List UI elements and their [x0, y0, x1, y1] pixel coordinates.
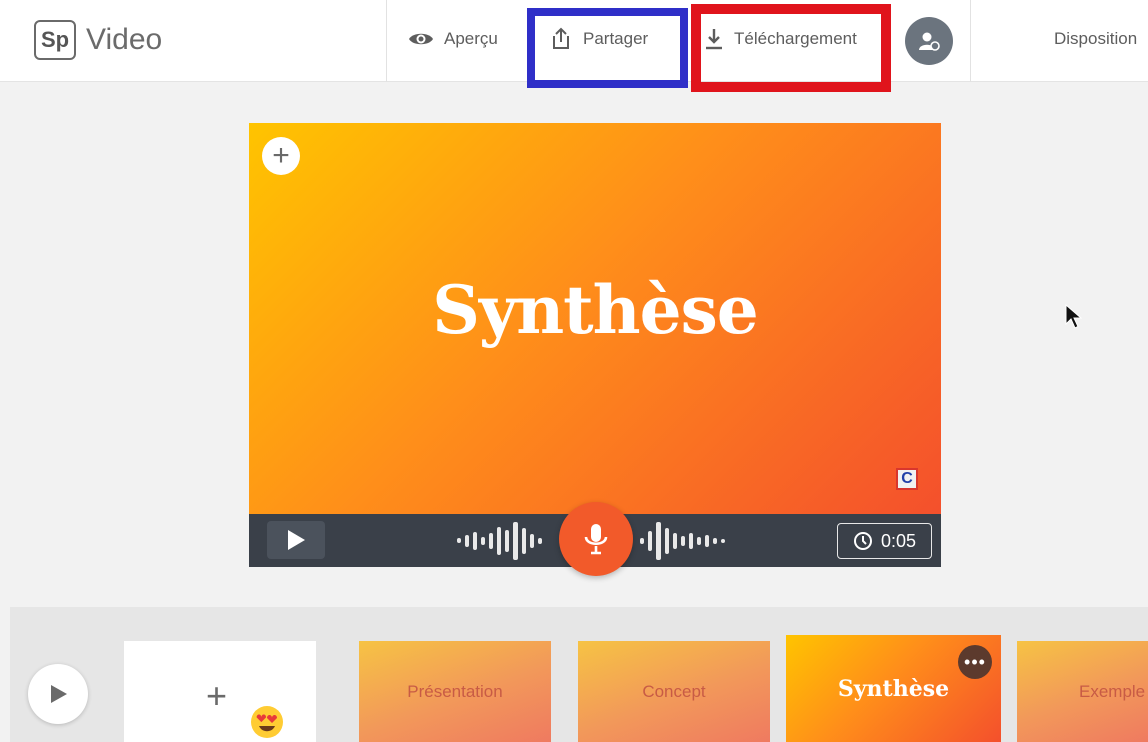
layout-label: Disposition — [1054, 29, 1138, 48]
record-voice-button[interactable] — [559, 502, 633, 576]
mouse-cursor-icon — [1065, 304, 1083, 329]
app-title: Video — [86, 23, 163, 56]
download-highlight-box — [691, 4, 891, 92]
thumbnail-label: Concept — [642, 681, 706, 701]
collaborator-avatar[interactable] — [905, 17, 953, 65]
play-icon — [51, 685, 67, 703]
slide-thumbnail[interactable]: Présentation — [359, 641, 551, 742]
layout-button[interactable]: Disposition — [1054, 22, 1137, 56]
thumbnail-label: Exemple — [1079, 681, 1146, 701]
slide-thumbnail[interactable]: Exemple — [1017, 641, 1148, 742]
thumbnail-label: Synthèse — [837, 675, 950, 702]
divider — [970, 0, 971, 82]
microphone-icon — [584, 524, 608, 555]
logo-mark: Sp — [34, 20, 76, 60]
user-icon — [919, 32, 940, 51]
eye-icon — [409, 33, 433, 45]
plus-icon: + — [206, 675, 228, 716]
add-content-button[interactable]: + — [262, 137, 300, 175]
slide-title[interactable]: Synthèse — [249, 271, 941, 349]
more-options-button[interactable]: ••• — [958, 645, 992, 679]
divider — [386, 0, 387, 82]
more-icon: ••• — [964, 651, 986, 672]
slide-canvas[interactable]: + Synthèse C — [249, 123, 941, 514]
preview-button[interactable]: Aperçu — [408, 22, 498, 56]
plus-icon: + — [272, 139, 290, 172]
clock-icon — [853, 532, 872, 550]
preview-label: Aperçu — [444, 29, 498, 48]
app-logo[interactable]: Sp Video — [34, 20, 162, 60]
play-icon — [288, 530, 305, 550]
play-slide-button[interactable] — [267, 521, 325, 559]
play-all-button[interactable] — [28, 664, 88, 724]
thumbnail-label: Présentation — [407, 681, 503, 701]
duration-button[interactable]: 0:05 — [837, 523, 932, 559]
slide-thumbnail[interactable]: Concept — [578, 641, 770, 742]
share-highlight-box — [527, 8, 688, 88]
add-slide-card[interactable]: + — [124, 641, 316, 742]
duration-value: 0:05 — [880, 530, 917, 551]
heart-eyes-emoji-icon — [251, 706, 283, 738]
slide-badge: C — [896, 468, 918, 490]
player-controls: 0:05 — [249, 502, 941, 576]
